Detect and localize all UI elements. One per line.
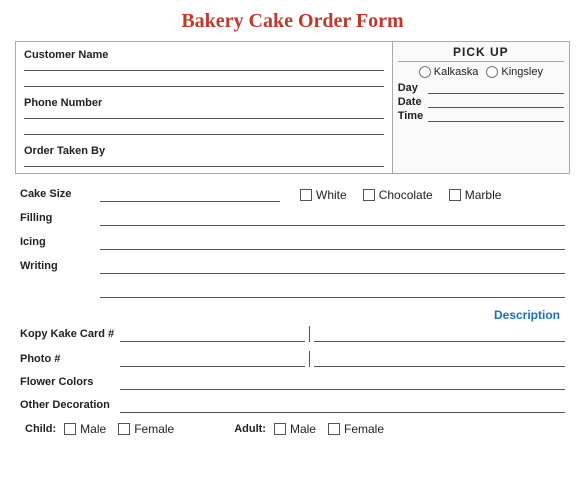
photo-row: Photo # [20,351,565,367]
flower-colors-label: Flower Colors [20,376,120,390]
flower-colors-input[interactable] [120,376,565,390]
kopy-kake-divider [309,326,310,342]
icing-row: Icing [20,236,565,250]
adult-female-checkbox[interactable] [328,423,340,435]
child-female-checkbox[interactable] [118,423,130,435]
marble-option[interactable]: Marble [449,188,502,202]
flower-colors-row: Flower Colors [20,376,565,390]
cake-form: Cake Size White Chocolate Marble Filling… [15,188,570,436]
child-male-label: Male [80,422,106,436]
filling-input[interactable] [100,212,565,226]
kingsley-radio[interactable] [486,66,498,78]
order-taken-by-label: Order Taken By [21,141,387,159]
white-label: White [316,188,347,202]
other-decoration-row: Other Decoration [20,399,565,413]
chocolate-option[interactable]: Chocolate [363,188,433,202]
cake-size-input[interactable] [100,188,280,202]
white-checkbox[interactable] [300,189,312,201]
photo-input-right[interactable] [314,353,565,367]
description-header: Description [20,308,565,322]
datetime-fields: Day Date Time [398,82,564,122]
location-radio-group: Kalkaska Kingsley [398,66,564,78]
cake-size-row: Cake Size White Chocolate Marble [20,188,565,202]
top-info-table: Customer Name Phone Number Order Taken B… [15,41,570,174]
chocolate-checkbox[interactable] [363,189,375,201]
icing-input[interactable] [100,236,565,250]
customer-name-label: Customer Name [21,45,387,63]
cake-size-label: Cake Size [20,188,100,202]
child-female-option[interactable]: Female [118,422,174,436]
cake-type-checkboxes: White Chocolate Marble [300,188,501,202]
writing-row: Writing [20,260,565,274]
icing-label: Icing [20,236,100,250]
kingsley-option[interactable]: Kingsley [486,66,543,78]
writing-input[interactable] [100,260,565,274]
other-decoration-label: Other Decoration [20,399,120,413]
child-label: Child: [25,423,56,435]
extra-line-input[interactable] [100,284,565,298]
photo-divider [309,351,310,367]
kalkaska-option[interactable]: Kalkaska [419,66,479,78]
adult-male-label: Male [290,422,316,436]
white-option[interactable]: White [300,188,347,202]
chocolate-label: Chocolate [379,188,433,202]
pickup-header: PICK UP [398,45,564,62]
other-decoration-input[interactable] [120,399,565,413]
date-label: Date [398,96,428,108]
adult-label: Adult: [234,423,266,435]
kingsley-label: Kingsley [501,66,543,78]
kalkaska-label: Kalkaska [434,66,479,78]
kopy-kake-input-left[interactable] [120,328,305,342]
description-section: Description Kopy Kake Card # Photo # Flo… [20,308,565,413]
filling-label: Filling [20,212,100,226]
photo-input-left[interactable] [120,353,305,367]
marble-checkbox[interactable] [449,189,461,201]
day-label: Day [398,82,428,94]
kopy-kake-label: Kopy Kake Card # [20,328,120,342]
adult-male-checkbox[interactable] [274,423,286,435]
filling-row: Filling [20,212,565,226]
photo-label: Photo # [20,353,120,367]
adult-female-option[interactable]: Female [328,422,384,436]
adult-options: Male Female [274,422,384,436]
kopy-kake-row: Kopy Kake Card # [20,326,565,342]
child-adult-row: Child: Male Female Adult: Male Female [20,422,565,436]
adult-female-label: Female [344,422,384,436]
child-female-label: Female [134,422,174,436]
kalkaska-radio[interactable] [419,66,431,78]
phone-number-label: Phone Number [21,93,387,111]
kopy-kake-input-right[interactable] [314,328,565,342]
child-options: Male Female [64,422,174,436]
marble-label: Marble [465,188,502,202]
writing-label: Writing [20,260,100,274]
adult-male-option[interactable]: Male [274,422,316,436]
extra-line-row [20,284,565,298]
time-label: Time [398,110,428,122]
page-title: Bakery Cake Order Form [15,10,570,33]
child-male-option[interactable]: Male [64,422,106,436]
child-male-checkbox[interactable] [64,423,76,435]
